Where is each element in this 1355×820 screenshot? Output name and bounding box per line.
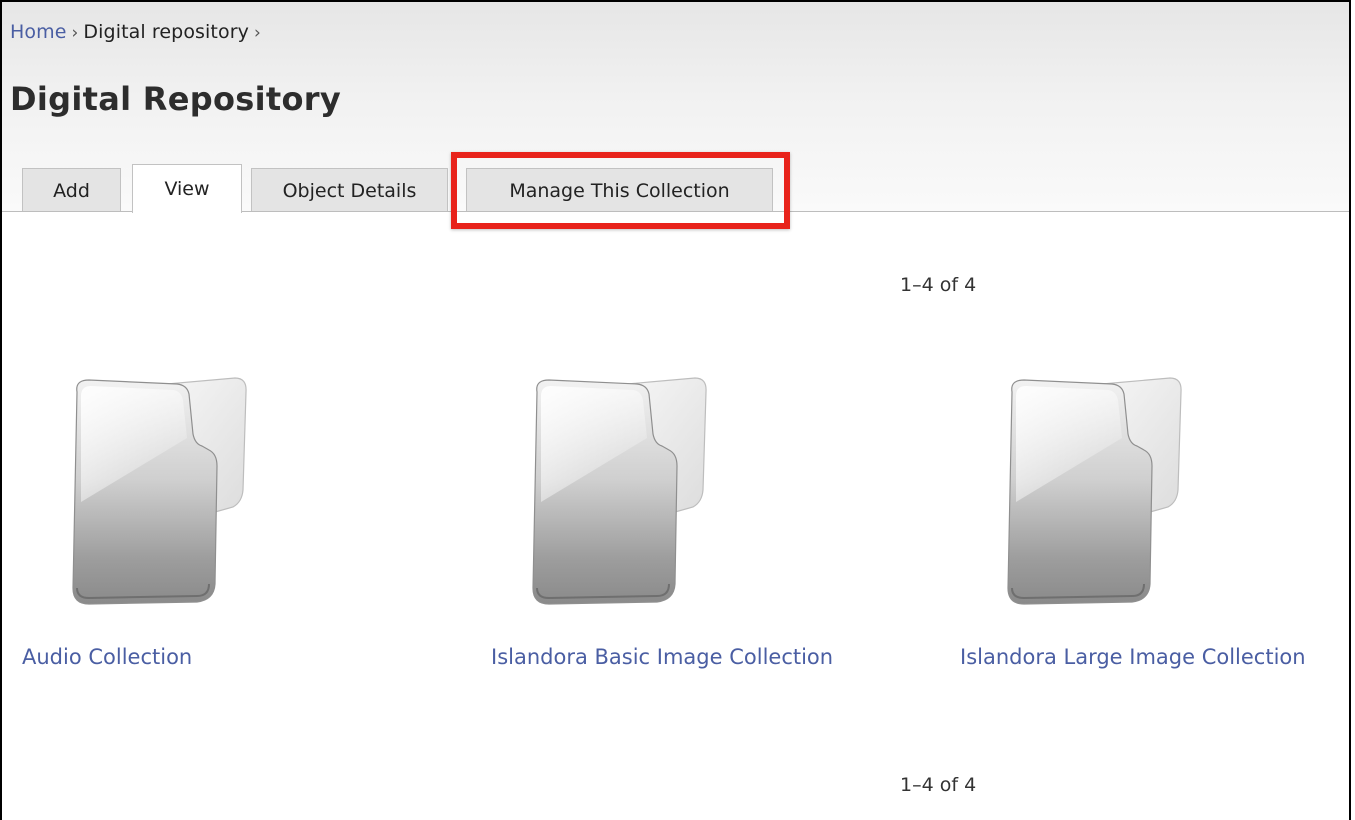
- tab-view[interactable]: View: [132, 164, 242, 213]
- breadcrumb-current: Digital repository: [83, 21, 249, 43]
- collection-link-audio[interactable]: Audio Collection: [22, 645, 192, 669]
- tab-label: View: [164, 178, 210, 200]
- tab-label: Object Details: [282, 179, 417, 202]
- page-title: Digital Repository: [10, 80, 341, 118]
- breadcrumb-home-link[interactable]: Home: [10, 21, 67, 43]
- browser-frame: Home › Digital repository › Digital Reposit…: [0, 0, 1351, 820]
- breadcrumb-separator: ›: [253, 23, 261, 43]
- collection-link-large-image[interactable]: Islandora Large Image Collection: [960, 645, 1306, 669]
- pager-bottom: 1–4 of 4: [900, 774, 977, 796]
- tab-label: Add: [53, 179, 90, 202]
- pager-top: 1–4 of 4: [900, 274, 977, 296]
- collection-link-basic-image[interactable]: Islandora Basic Image Collection: [491, 645, 833, 669]
- tab-add[interactable]: Add: [22, 168, 121, 212]
- folder-icon[interactable]: [497, 372, 707, 612]
- breadcrumb-separator: ›: [71, 23, 79, 43]
- tab-object-details[interactable]: Object Details: [251, 168, 448, 212]
- folder-icon[interactable]: [972, 372, 1182, 612]
- breadcrumb: Home › Digital repository ›: [10, 21, 266, 43]
- folder-icon[interactable]: [37, 372, 247, 612]
- highlight-annotation: [451, 152, 790, 229]
